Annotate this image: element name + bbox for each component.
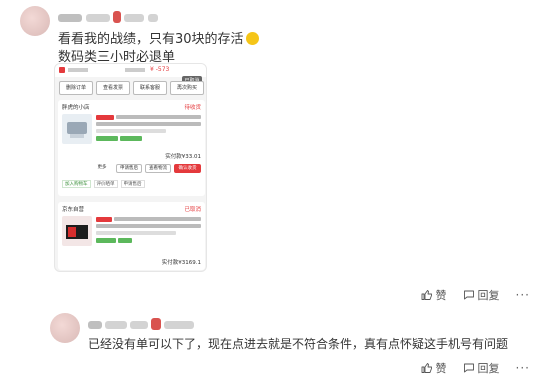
order-chips: 加入购物车 评价晒单 申请售后 bbox=[62, 180, 145, 188]
like-label: 赞 bbox=[435, 289, 447, 302]
shop-name: 胖虎的小店 bbox=[62, 105, 90, 111]
paid-amount: 实付款¥33.01 bbox=[165, 154, 201, 160]
thumbs-up-icon bbox=[421, 363, 432, 373]
more-button[interactable]: 更多 bbox=[92, 164, 112, 173]
review-chip[interactable]: 评价晒单 bbox=[93, 180, 118, 188]
comment-icon bbox=[463, 363, 474, 373]
attached-image[interactable]: ¥ -573 已取消 删除订单 查看发票 联系客服 再次购买 胖虎的小店 待收货… bbox=[54, 63, 207, 272]
paid-amount: 实付款¥3169.1 bbox=[161, 260, 201, 266]
after-sale-button[interactable]: 申请售后 bbox=[116, 164, 142, 173]
emoji-icon bbox=[245, 32, 259, 45]
reply-button[interactable]: 回复 bbox=[463, 360, 500, 376]
product-thumbnail bbox=[62, 114, 92, 144]
reply-text: 已经没有单可以下了，现在点进去就是不符合条件，真有点怀疑这手机号有问题 bbox=[88, 337, 509, 351]
top-price: ¥ -573 bbox=[150, 66, 170, 73]
contact-service-button[interactable]: 联系客服 bbox=[133, 81, 167, 95]
order-card[interactable]: 京东自营 已取消 实付款¥3169.1 bbox=[58, 202, 205, 270]
comment-icon bbox=[463, 290, 474, 300]
username[interactable] bbox=[88, 318, 198, 332]
add-cart-chip[interactable]: 加入购物车 bbox=[62, 180, 91, 188]
like-label: 赞 bbox=[435, 362, 447, 375]
comment-text-line1: 看看我的战绩，只有30块的存活 bbox=[58, 28, 259, 47]
reply-button[interactable]: 回复 bbox=[463, 287, 500, 303]
reply-label: 回复 bbox=[477, 289, 500, 302]
confirm-receipt-button[interactable]: 确认收货 bbox=[174, 164, 201, 173]
username[interactable] bbox=[58, 11, 158, 25]
like-button[interactable]: 赞 bbox=[421, 287, 447, 303]
like-button[interactable]: 赞 bbox=[421, 360, 447, 376]
order-button-row: 删除订单 查看发票 联系客服 再次购买 bbox=[59, 81, 204, 95]
delete-order-button[interactable]: 删除订单 bbox=[59, 81, 93, 95]
buy-again-button[interactable]: 再次购买 bbox=[170, 81, 204, 95]
avatar[interactable] bbox=[20, 6, 50, 36]
shop-name: 京东自营 bbox=[62, 207, 85, 213]
comment-actions: 赞 回复 ··· bbox=[421, 287, 530, 303]
more-options-button[interactable]: ··· bbox=[516, 288, 530, 302]
thumbs-up-icon bbox=[421, 290, 432, 300]
view-invoice-button[interactable]: 查看发票 bbox=[96, 81, 130, 95]
avatar[interactable] bbox=[50, 313, 80, 343]
order-status: 待收货 bbox=[184, 105, 201, 111]
logistics-button[interactable]: 查看物流 bbox=[145, 164, 171, 173]
reply-actions: 赞 回复 ··· bbox=[421, 360, 530, 376]
reply-label: 回复 bbox=[477, 362, 500, 375]
order-status: 已取消 bbox=[184, 207, 201, 213]
order-card[interactable]: 胖虎的小店 待收货 实付款¥33.01 更多 申请售后 查看物流 确认收货 加入… bbox=[58, 100, 205, 196]
service-chip[interactable]: 申请售后 bbox=[120, 180, 145, 188]
comment-text: 看看我的战绩，只有30块的存活 bbox=[58, 32, 244, 47]
more-options-button[interactable]: ··· bbox=[516, 361, 530, 375]
product-thumbnail bbox=[62, 216, 92, 246]
